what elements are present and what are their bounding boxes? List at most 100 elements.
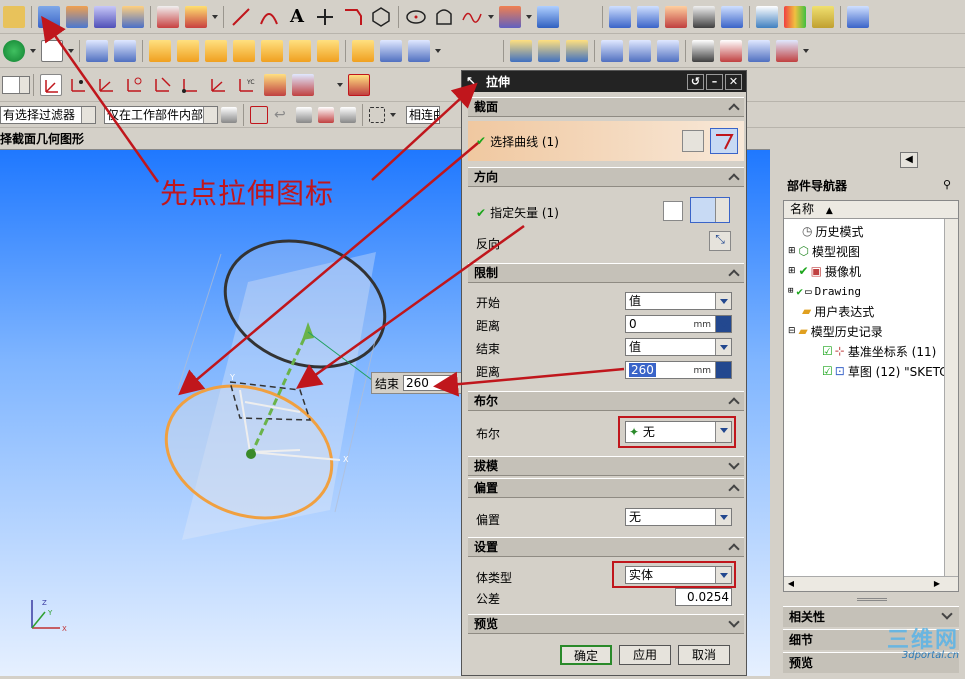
end-point-icon[interactable] [68, 74, 90, 96]
tree-item-model-views[interactable]: ⊞ ⬡ 模型视图 [788, 242, 860, 260]
sync-icon[interactable] [748, 39, 770, 62]
end-option-combo[interactable]: 值 [625, 338, 732, 356]
rectangle-select-icon[interactable] [369, 106, 385, 123]
extrude-icon-selected[interactable] [348, 73, 370, 96]
sketch-icon[interactable] [3, 5, 25, 28]
start-option-combo[interactable]: 值 [625, 292, 732, 310]
chevron-down-icon[interactable] [30, 48, 36, 53]
snap-icon[interactable] [720, 39, 742, 62]
select-all-icon[interactable] [221, 106, 237, 123]
measure-icon[interactable] [692, 39, 714, 62]
expression-menu-icon[interactable] [715, 362, 731, 378]
edit-feature-icon[interactable] [510, 39, 532, 62]
mirror-icon[interactable] [380, 39, 402, 62]
collapse-icon[interactable] [728, 484, 740, 496]
section-header-direction[interactable]: 方向 [468, 167, 744, 187]
section-header-draft[interactable]: 拔模 [468, 456, 744, 476]
follow-fillet-icon[interactable] [340, 106, 356, 123]
display-shaded-icon[interactable] [756, 5, 778, 28]
undo-selection-icon[interactable]: ↩ [274, 107, 290, 123]
hole-icon[interactable] [289, 39, 311, 62]
chevron-down-icon[interactable] [390, 112, 396, 117]
arc-icon[interactable] [258, 6, 280, 28]
scope-combo[interactable]: 仅在工作部件内部 [104, 105, 218, 124]
tree-item-history-mode[interactable]: ◷ 历史模式 [802, 222, 864, 240]
intersection-point-icon[interactable] [152, 74, 174, 96]
chevron-down-icon[interactable] [212, 14, 218, 19]
select-curve-row[interactable]: ✔ 选择曲线 (1) [468, 121, 744, 161]
center-point-icon[interactable] [208, 74, 230, 96]
quick-pick-icon[interactable] [292, 73, 314, 96]
section-header-limits[interactable]: 限制 [468, 263, 744, 283]
boss-icon[interactable] [317, 39, 339, 62]
end-distance-input[interactable]: 260 mm [625, 361, 732, 379]
draft-icon[interactable] [261, 39, 283, 62]
layer-icon[interactable] [847, 5, 869, 28]
derived-curve-icon[interactable] [537, 5, 559, 28]
collapse-icon[interactable] [728, 397, 740, 409]
reverse-direction-icon[interactable]: ⤡ [709, 231, 731, 251]
collapse-icon[interactable] [728, 103, 740, 115]
horizontal-scrollbar[interactable]: ◀ ▶ [784, 576, 958, 591]
tree-item-user-expressions[interactable]: ▰ 用户表达式 [802, 302, 874, 320]
section-header-boolean[interactable]: 布尔 [468, 391, 744, 411]
vector-type-button[interactable] [690, 197, 730, 223]
shell-icon[interactable] [233, 39, 255, 62]
section-header-section[interactable]: 截面 [468, 97, 744, 117]
curve-rule-icon[interactable] [296, 106, 312, 123]
through-curves-icon[interactable] [637, 5, 659, 28]
law-curve-icon[interactable] [499, 5, 521, 28]
sketch-section-icon[interactable] [682, 130, 704, 152]
move-face-icon[interactable] [601, 39, 623, 62]
polygon-icon[interactable] [370, 6, 392, 28]
collapse-icon[interactable] [728, 269, 740, 281]
chamfer-icon[interactable] [177, 39, 199, 62]
extrude-icon[interactable] [38, 5, 60, 28]
material-icon[interactable] [812, 5, 834, 28]
chevron-down-icon[interactable] [337, 82, 343, 87]
expand-icon[interactable] [728, 616, 740, 628]
expand-plus-icon[interactable]: ⊞ [788, 286, 793, 296]
vector-dialog-icon[interactable] [663, 201, 683, 221]
line-icon[interactable] [230, 6, 252, 28]
splitter-handle[interactable] [857, 598, 887, 601]
name-column-header[interactable]: 名称 ▲ [784, 201, 958, 219]
section-header-settings[interactable]: 设置 [468, 537, 744, 557]
fillet-curve-icon[interactable] [342, 6, 364, 28]
chevron-down-icon[interactable] [68, 48, 74, 53]
apply-button[interactable]: 应用 [619, 645, 671, 665]
curve-analysis-icon[interactable] [721, 5, 743, 28]
extract-icon[interactable] [776, 39, 798, 62]
swept-surface-icon[interactable] [665, 5, 687, 28]
close-icon[interactable]: ✕ [725, 73, 742, 90]
spline-icon[interactable] [461, 6, 483, 28]
section-header-offset[interactable]: 偏置 [468, 478, 744, 498]
end-distance-callout[interactable]: 结束 260 [371, 372, 464, 394]
pattern-icon[interactable] [352, 39, 374, 62]
curve-select-icon[interactable] [710, 128, 738, 154]
chevron-down-icon[interactable] [526, 14, 532, 19]
curve-shape-icon[interactable] [433, 6, 455, 28]
snap-settings-icon[interactable] [264, 73, 286, 96]
cylinder-icon[interactable] [114, 39, 136, 62]
ellipse-icon[interactable] [405, 6, 427, 28]
replace-face-icon[interactable] [629, 39, 651, 62]
tree-item-cameras[interactable]: ⊞ ✔ ▣ 摄像机 [788, 262, 861, 280]
stop-at-intersection-icon[interactable] [318, 106, 334, 123]
expand-plus-icon[interactable]: ⊞ [788, 246, 796, 256]
tree-item-drawing[interactable]: ⊞ ✔ ▭ Drawing [788, 282, 861, 300]
inferred-point-icon[interactable] [40, 73, 62, 96]
vertical-scrollbar[interactable] [944, 219, 958, 576]
trim-body-icon[interactable] [122, 5, 144, 28]
new-file-icon[interactable] [41, 39, 63, 62]
expand-icon[interactable] [941, 608, 953, 620]
reorder-icon[interactable] [566, 39, 588, 62]
minimize-icon[interactable]: – [706, 73, 723, 90]
scroll-left-icon[interactable]: ◀ [785, 578, 797, 590]
face-blend-icon[interactable] [205, 39, 227, 62]
control-point-icon[interactable] [124, 74, 146, 96]
wcs-icon[interactable] [3, 39, 25, 62]
selection-filter-combo[interactable] [2, 75, 30, 94]
surface-mesh-icon[interactable] [609, 5, 631, 28]
collapse-minus-icon[interactable]: ⊟ [788, 326, 796, 336]
